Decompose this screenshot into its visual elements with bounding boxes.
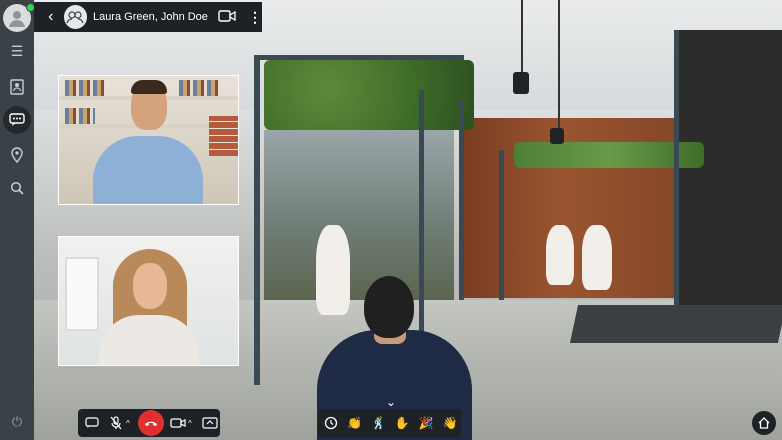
store-window — [264, 130, 454, 300]
frame-beam — [459, 100, 464, 300]
books — [179, 80, 219, 96]
chat-icon[interactable] — [3, 106, 31, 134]
more-options-icon[interactable]: ⋮ — [248, 9, 262, 26]
menu-icon[interactable]: ☰ — [7, 41, 27, 61]
frame-beam — [499, 150, 504, 300]
virtual-store-scene[interactable] — [34, 0, 782, 440]
camera-options-caret-icon[interactable]: ^ — [188, 419, 196, 428]
chat-participants-title: Laura Green, John Doe... — [92, 11, 208, 23]
user-avatar-head — [364, 276, 414, 338]
brick-wall — [209, 116, 238, 156]
mannequin — [316, 225, 350, 315]
left-sidebar: ☰ ⏻ — [0, 0, 35, 440]
group-avatar-icon — [63, 5, 87, 29]
expand-toolbar-chevron-icon[interactable]: ⌄ — [382, 395, 400, 409]
clap-icon[interactable]: 👏 — [344, 412, 366, 434]
frame-beam — [254, 55, 260, 385]
woman-face — [133, 263, 167, 309]
mic-options-caret-icon[interactable]: ^ — [126, 419, 134, 428]
chat-toggle-icon[interactable] — [82, 413, 102, 433]
location-pin-icon[interactable] — [7, 145, 27, 165]
participant-video-laura[interactable] — [58, 236, 239, 366]
frame-beam — [254, 55, 464, 60]
wave-icon[interactable]: 👋 — [439, 412, 461, 434]
lamp-cord — [558, 0, 560, 130]
hang-up-button[interactable] — [138, 410, 164, 436]
celebrate-icon[interactable]: 🎉 — [415, 412, 437, 434]
clock-icon[interactable] — [320, 412, 342, 434]
logout-icon[interactable]: ⏻ — [9, 414, 25, 430]
search-icon[interactable] — [7, 178, 27, 198]
participant-video-john[interactable] — [58, 75, 239, 205]
hanging-plants — [264, 60, 474, 130]
camera-icon[interactable] — [168, 413, 188, 433]
hang-up-icon — [145, 421, 157, 426]
dance-icon[interactable]: 🕺 — [368, 412, 390, 434]
raise-hand-icon[interactable]: ✋ — [391, 412, 413, 434]
lamp-cord — [521, 0, 523, 72]
books — [65, 108, 95, 124]
user-icon — [9, 11, 25, 27]
frame-beam — [674, 30, 679, 330]
man-figure — [93, 136, 203, 204]
mannequin — [546, 225, 574, 285]
display-wall — [674, 30, 782, 320]
back-arrow-icon[interactable]: ‹ — [42, 8, 60, 26]
man-hair — [131, 80, 167, 94]
video-call-icon[interactable] — [218, 9, 236, 25]
gesture-toolbar: 👏 🕺 ✋ 🎉 👋 — [318, 409, 461, 437]
pendant-lamp — [550, 128, 564, 144]
screen-share-icon[interactable] — [200, 413, 220, 433]
pendant-lamp — [513, 72, 529, 94]
books — [65, 80, 105, 96]
window — [65, 257, 99, 331]
chat-header: ‹ Laura Green, John Doe... ⋮ — [34, 2, 262, 32]
mannequin — [582, 225, 612, 290]
home-icon[interactable] — [752, 411, 776, 435]
frame-beam — [419, 90, 424, 370]
display-table — [569, 305, 782, 343]
contacts-icon[interactable] — [7, 77, 27, 97]
call-controls: ^ ^ — [78, 409, 220, 437]
mute-mic-icon[interactable] — [106, 413, 126, 433]
